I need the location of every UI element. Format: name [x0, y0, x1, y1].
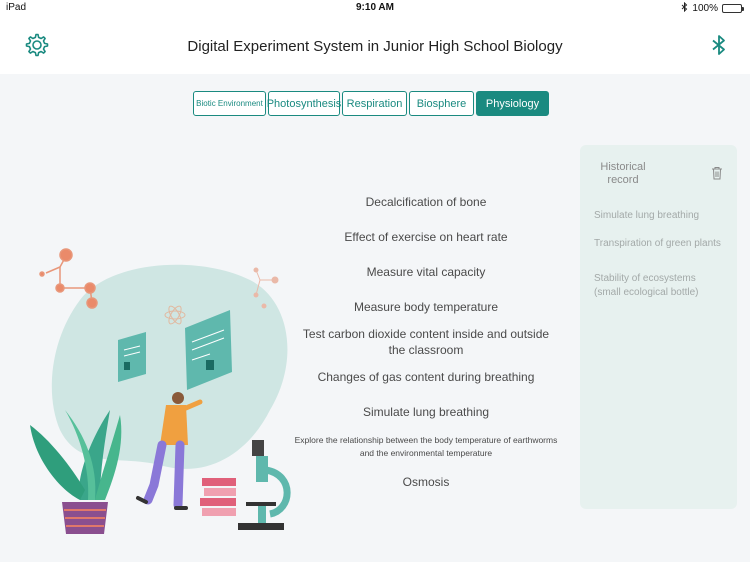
battery-percent: 100%	[692, 2, 718, 14]
experiment-item[interactable]: Test carbon dioxide content inside and o…	[300, 326, 552, 358]
history-title: Historical record	[600, 161, 646, 186]
experiment-item[interactable]: Measure body temperature	[300, 299, 552, 315]
experiment-item[interactable]: Changes of gas content during breathing	[300, 369, 552, 385]
experiment-item[interactable]: Effect of exercise on heart rate	[300, 229, 552, 245]
history-panel: Historical record Simulate lung breathin…	[580, 145, 737, 509]
status-bar: iPad 9:10 AM 100%	[0, 0, 750, 16]
clock: 9:10 AM	[356, 2, 394, 13]
experiment-item[interactable]: Decalcification of bone	[300, 194, 552, 210]
illustration	[20, 240, 310, 540]
page-title: Digital Experiment System in Junior High…	[187, 38, 563, 55]
battery-icon	[722, 3, 744, 13]
status-right: 100%	[681, 1, 744, 14]
bluetooth-button[interactable]	[706, 32, 732, 58]
experiment-item[interactable]: Simulate lung breathing	[300, 404, 552, 420]
tab-physiology[interactable]: Physiology	[476, 91, 549, 116]
clear-history-button[interactable]	[711, 166, 723, 180]
bluetooth-icon	[712, 35, 725, 55]
tab-biotic-environment[interactable]: Biotic Environment	[193, 91, 266, 116]
category-tabs: Biotic Environment Photosynthesis Respir…	[193, 91, 549, 116]
trash-icon	[712, 167, 722, 180]
scientist-illustration	[30, 248, 291, 534]
experiment-item[interactable]: Osmosis	[300, 474, 552, 490]
tab-photosynthesis[interactable]: Photosynthesis	[267, 91, 341, 116]
history-item[interactable]: Simulate lung breathing	[594, 209, 724, 223]
history-item[interactable]: Stability of ecosystems (small ecologica…	[594, 272, 724, 300]
experiment-item[interactable]: Measure vital capacity	[300, 264, 552, 280]
header: Digital Experiment System in Junior High…	[0, 16, 750, 74]
history-item[interactable]: Transpiration of green plants	[594, 237, 724, 251]
bluetooth-status-icon	[681, 1, 688, 14]
tab-biosphere[interactable]: Biosphere	[409, 91, 474, 116]
experiment-item[interactable]: Explore the relationship between the bod…	[290, 434, 562, 460]
tab-respiration[interactable]: Respiration	[342, 91, 407, 116]
